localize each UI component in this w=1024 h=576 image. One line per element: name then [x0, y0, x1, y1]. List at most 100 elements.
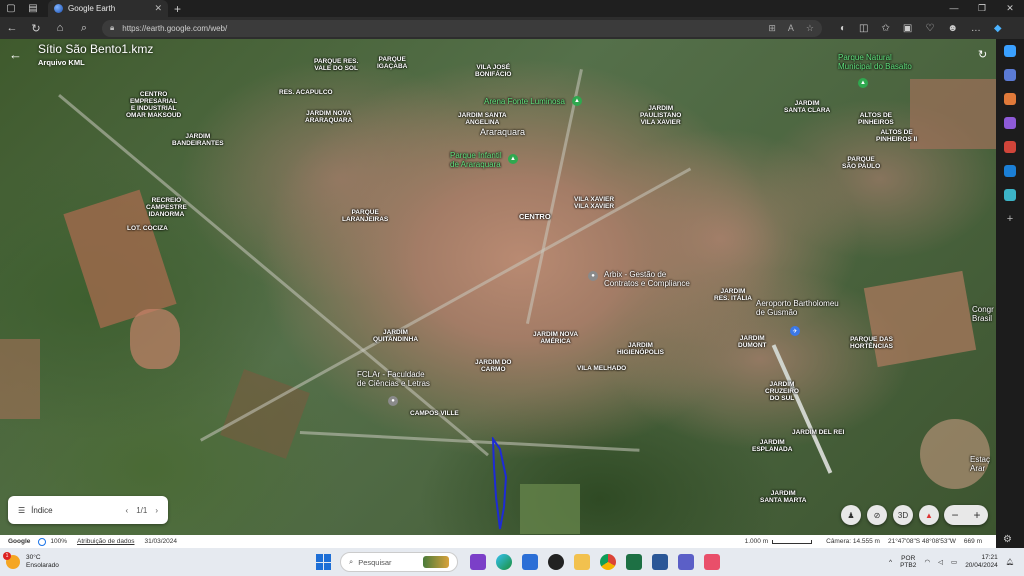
- tools-icon[interactable]: [1004, 93, 1016, 105]
- snipping-tool-icon[interactable]: [704, 554, 720, 570]
- map-label-melhado: VILA MELHADO: [577, 365, 627, 372]
- attribution-link[interactable]: Atribuição de dados: [77, 538, 134, 545]
- toggle-3d-button[interactable]: 3D: [893, 505, 913, 525]
- kml-polygon-outline[interactable]: [488, 437, 512, 533]
- add-sidebar-icon[interactable]: +: [1007, 213, 1013, 225]
- earth-map-view[interactable]: PARQUE RES. VALE DO SOL PARQUE IGAÇABA V…: [0, 39, 996, 535]
- lock-icon[interactable]: 🔒︎: [110, 23, 114, 33]
- tray-chevron-icon[interactable]: ^: [889, 559, 892, 566]
- maximize-button[interactable]: ❐: [968, 3, 996, 14]
- reset-tilt-button[interactable]: ⊘: [867, 505, 887, 525]
- street-view-button[interactable]: ♟: [841, 505, 861, 525]
- poi-araraquara[interactable]: Araraquara: [480, 128, 525, 137]
- chrome-icon[interactable]: [600, 554, 616, 570]
- next-page-button[interactable]: ›: [155, 506, 158, 515]
- teams-icon[interactable]: [678, 554, 694, 570]
- copilot-icon[interactable]: ◆: [994, 23, 1002, 34]
- excel-icon[interactable]: [626, 554, 642, 570]
- windows-start-icon[interactable]: [316, 554, 332, 570]
- language-indicator[interactable]: POR PTB2: [900, 555, 916, 569]
- new-tab-button[interactable]: +: [174, 2, 181, 16]
- field-patch: [130, 309, 180, 369]
- home-button[interactable]: ⌂: [48, 22, 72, 34]
- copilot-sidebar-icon[interactable]: [1004, 45, 1016, 57]
- park-pin-icon[interactable]: ▲: [572, 96, 582, 106]
- map-label-del-rei: JARDIM DEL REI: [792, 429, 845, 436]
- map-label-santa-clara: JARDIM SANTA CLARA: [784, 100, 831, 114]
- extension-icon[interactable]: ◐: [840, 23, 846, 34]
- zoom-in-button[interactable]: +: [973, 508, 980, 522]
- poi-aeroporto[interactable]: Aeroporto Bartholomeu de Gusmão: [756, 299, 839, 317]
- wifi-icon[interactable]: ◠: [924, 558, 930, 566]
- more-menu-icon[interactable]: …: [971, 23, 981, 34]
- browser-essentials-icon[interactable]: ♡: [925, 23, 934, 34]
- index-pager: ‹ 1/1 ›: [126, 506, 158, 515]
- dell-icon[interactable]: [548, 554, 564, 570]
- outlook-icon[interactable]: [1004, 165, 1016, 177]
- collections-icon[interactable]: ▣: [903, 23, 912, 34]
- search-icon[interactable]: ⌕: [72, 22, 96, 35]
- back-button[interactable]: ←: [0, 22, 24, 34]
- notifications-bell-icon[interactable]: 🔔︎: [1006, 558, 1014, 566]
- media-app-icon[interactable]: [470, 554, 486, 570]
- page-indicator: 1/1: [136, 505, 148, 515]
- poi-basalto[interactable]: Parque Natural Municipal do Basalto: [838, 53, 912, 71]
- map-label-vale-do-sol: PARQUE RES. VALE DO SOL: [314, 58, 359, 72]
- map-label-cruzeiro: JARDIM CRUZEIRO DO SUL: [765, 381, 799, 402]
- park-pin-icon[interactable]: ▲: [508, 154, 518, 164]
- quality-value: 100%: [50, 538, 68, 545]
- word-icon[interactable]: [652, 554, 668, 570]
- clock[interactable]: 17:21 20/04/2024: [965, 554, 998, 570]
- file-explorer-icon[interactable]: [574, 554, 590, 570]
- poi-arbix[interactable]: Arbix - Gestão de Contratos e Compliance: [604, 270, 690, 288]
- taskbar-search[interactable]: ⌕ Pesquisar: [340, 552, 458, 572]
- office-icon[interactable]: [1004, 141, 1016, 153]
- location-pin-icon[interactable]: ●: [588, 271, 598, 281]
- address-bar[interactable]: 🔒︎ https://earth.google.com/web/ ⊞ A ☆: [102, 19, 822, 37]
- park-pin-icon[interactable]: ▲: [858, 78, 868, 88]
- zoom-out-button[interactable]: −: [951, 508, 958, 522]
- poi-fclar[interactable]: FCLAr - Faculdade de Ciências e Letras: [357, 370, 430, 388]
- reload-kml-icon[interactable]: ↻: [978, 48, 987, 61]
- tab-google-earth[interactable]: Google Earth ✕: [48, 0, 168, 17]
- back-arrow-icon[interactable]: ←: [9, 47, 22, 62]
- minimize-button[interactable]: —: [940, 3, 968, 14]
- location-pin-icon[interactable]: ●: [388, 396, 398, 406]
- url-text: https://earth.google.com/web/: [122, 23, 228, 33]
- store-icon[interactable]: [522, 554, 538, 570]
- close-tab-icon[interactable]: ✕: [154, 3, 162, 14]
- compass-icon[interactable]: ▲: [919, 505, 939, 525]
- shopping-icon[interactable]: [1004, 69, 1016, 81]
- app-available-icon[interactable]: ⊞: [768, 23, 776, 34]
- poi-parque-infantil[interactable]: Parque Infantil de Araraquara: [450, 151, 502, 169]
- tab-actions-icon[interactable]: ▤: [22, 0, 44, 17]
- favorites-icon[interactable]: ✩: [882, 23, 890, 34]
- map-label-paulistano: JARDIM PAULISTANO VILA XAVIER: [640, 105, 682, 126]
- zoom-controls: − +: [944, 505, 988, 525]
- games-icon[interactable]: [1004, 117, 1016, 129]
- system-tray: ^ POR PTB2 ◠ ◁ ▭ 17:21 20/04/2024 🔔︎: [889, 554, 1024, 570]
- edge-browser-icon[interactable]: [496, 554, 512, 570]
- index-card[interactable]: ☰ Índice ‹ 1/1 ›: [8, 496, 168, 524]
- volume-icon[interactable]: ◁: [938, 558, 943, 566]
- favorite-star-icon[interactable]: ☆: [806, 23, 814, 34]
- prev-page-button[interactable]: ‹: [126, 506, 129, 515]
- send-icon[interactable]: [1004, 189, 1016, 201]
- workspaces-icon[interactable]: ▢: [0, 0, 22, 17]
- field-patch: [910, 79, 996, 149]
- close-window-button[interactable]: ✕: [996, 3, 1024, 14]
- quality-ring-icon: [38, 537, 47, 546]
- read-aloud-icon[interactable]: A: [788, 23, 794, 34]
- poi-arena[interactable]: Arena Fonte Luminosa: [484, 97, 565, 106]
- battery-icon[interactable]: ▭: [951, 558, 957, 566]
- highway-road: [299, 431, 640, 452]
- settings-gear-icon[interactable]: ⚙: [1003, 534, 1012, 545]
- sun-icon: 1: [3, 552, 20, 569]
- airport-pin-icon[interactable]: ✈: [790, 326, 800, 336]
- map-label-jose-bonifacio: VILA JOSÉ BONIFÁCIO: [475, 64, 512, 78]
- weather-widget[interactable]: 1 30°C Ensolarado: [0, 552, 150, 570]
- field-patch: [220, 369, 310, 459]
- reload-button[interactable]: ↻: [24, 22, 48, 35]
- split-screen-icon[interactable]: ◫: [859, 23, 868, 34]
- profile-avatar-icon[interactable]: ☻: [947, 23, 958, 34]
